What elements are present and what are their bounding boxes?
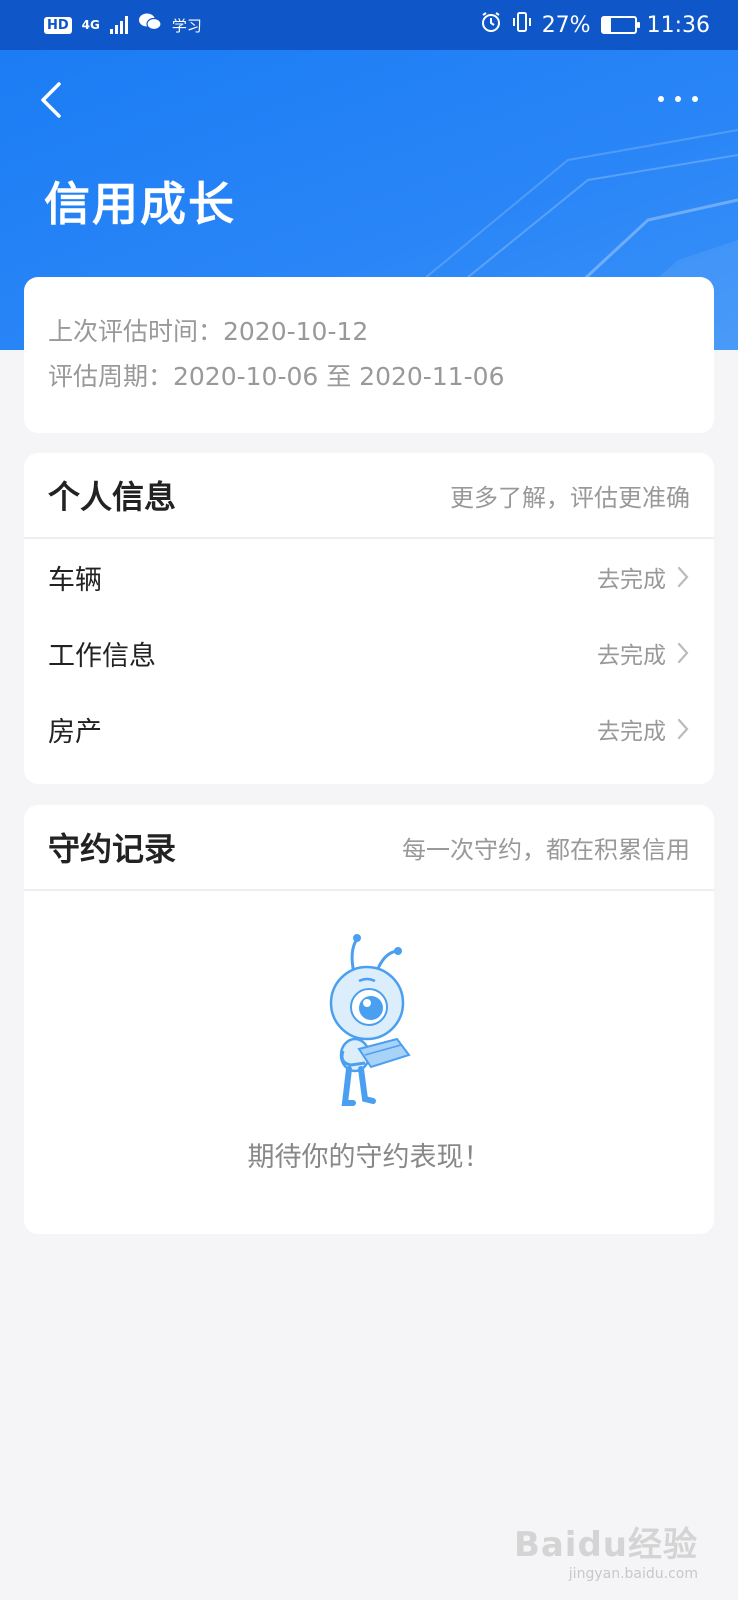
hd-badge: HD [44,16,72,34]
row-action: 去完成 [597,567,666,593]
app-notification-text: 学习 [171,16,202,35]
chevron-right-icon [677,718,689,740]
row-action: 去完成 [597,643,666,669]
more-dot [658,96,664,102]
row-label: 房产 [48,716,102,748]
records-card: 守约记录 每一次守约，都在积累信用 期待你的守约表现！ [24,805,714,1234]
page-title: 信用成长 [44,177,236,231]
status-left: HD 4G 学习 [44,12,202,38]
status-bar: HD 4G 学习 27% 11:36 [0,0,738,50]
battery-icon [600,16,640,34]
watermark-logo: Baidu经验 [513,1525,698,1565]
more-button[interactable] [658,84,698,114]
battery-fill [602,18,612,32]
info-row-vehicle[interactable]: 车辆 去完成 [24,539,714,615]
records-subtitle: 每一次守约，都在积累信用 [402,835,690,864]
row-action-group: 去完成 [597,636,690,670]
status-right: 27% 11:36 [480,11,710,39]
personal-info-title: 个人信息 [48,478,177,516]
alarm-icon [480,11,502,39]
watermark-url: jingyan.baidu.com [568,1566,698,1582]
ant-mascot-icon [329,934,411,1106]
last-evaluation-time: 上次评估时间：2020-10-12 [48,317,369,346]
row-label: 车辆 [48,564,102,596]
back-button[interactable] [30,78,70,122]
personal-info-card: 个人信息 更多了解，评估更准确 车辆 去完成 工作信息 去完成 房产 去完成 [24,453,714,784]
vibrate-icon [512,11,532,39]
empty-message: 期待你的守约表现！ [247,1142,491,1173]
personal-info-header: 个人信息 更多了解，评估更准确 [24,453,714,539]
records-title: 守约记录 [48,830,177,868]
row-label: 工作信息 [48,640,156,672]
row-action-group: 去完成 [597,712,690,746]
personal-info-subtitle: 更多了解，评估更准确 [450,483,690,512]
watermark: Baidu经验 jingyan.baidu.com [514,1517,698,1582]
evaluation-card: 上次评估时间：2020-10-12 评估周期：2020-10-06 至 2020… [24,277,714,433]
records-header: 守约记录 每一次守约，都在积累信用 [24,805,714,891]
chevron-right-icon [677,566,689,588]
more-dot [675,96,681,102]
info-row-property[interactable]: 房产 去完成 [24,691,714,767]
network-label: 4G [81,18,100,32]
battery-percent: 27% [541,12,591,38]
row-action: 去完成 [597,719,666,745]
chevron-left-icon [41,82,61,118]
clock: 11:36 [646,12,710,38]
row-action-group: 去完成 [597,560,690,594]
signal-icon [109,16,128,34]
evaluation-period: 评估周期：2020-10-06 至 2020-11-06 [48,362,505,391]
more-dot [692,96,698,102]
wechat-icon [138,12,162,38]
empty-state: 期待你的守约表现！ [24,931,714,1174]
info-row-work[interactable]: 工作信息 去完成 [24,615,714,691]
chevron-right-icon [677,642,689,664]
